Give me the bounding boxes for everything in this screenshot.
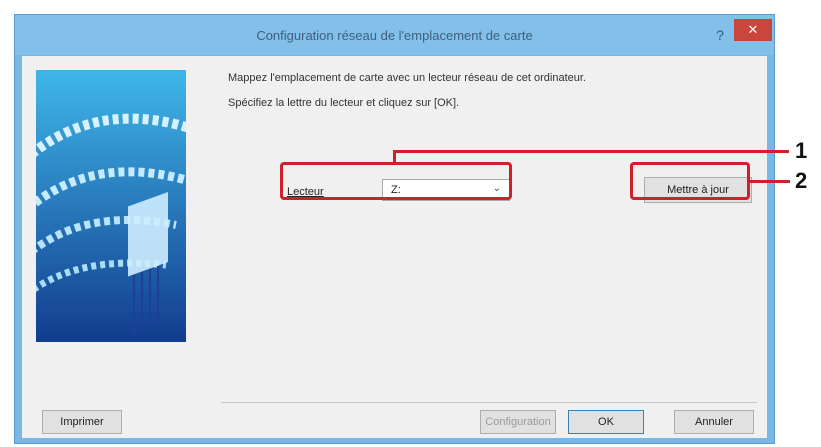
- dialog-body: Mappez l'emplacement de carte avec un le…: [22, 56, 767, 438]
- callout-2-number: 2: [795, 168, 808, 193]
- print-button[interactable]: Imprimer: [42, 410, 122, 434]
- footer-separator: [221, 402, 757, 403]
- window-title: Configuration réseau de l'emplacement de…: [256, 28, 533, 43]
- dialog-window: Configuration réseau de l'emplacement de…: [14, 14, 775, 444]
- callout-2-line: [750, 180, 790, 183]
- cancel-button[interactable]: Annuler: [674, 410, 754, 434]
- wireless-illustration: [36, 70, 186, 342]
- instruction-line-2: Spécifiez la lettre du lecteur et clique…: [228, 97, 460, 109]
- update-highlight: [630, 162, 750, 200]
- callout-1-line: [393, 150, 789, 153]
- close-icon[interactable]: ✕: [734, 19, 772, 41]
- help-icon[interactable]: ?: [710, 25, 730, 45]
- setup-button: Configuration: [480, 410, 556, 434]
- callout-1-number: 1: [795, 138, 808, 163]
- instruction-line-1: Mappez l'emplacement de carte avec un le…: [228, 72, 586, 84]
- ok-button[interactable]: OK: [568, 410, 644, 434]
- title-bar: Configuration réseau de l'emplacement de…: [15, 15, 774, 55]
- drive-highlight: [280, 162, 512, 200]
